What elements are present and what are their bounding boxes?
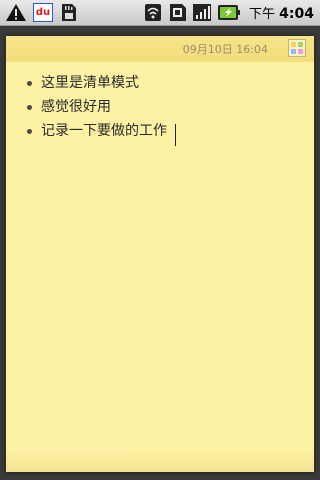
list-item-text[interactable]: 感觉很好用 [41,96,111,116]
status-clock: 下午 4:04 [249,3,314,22]
wifi-icon [145,4,161,21]
signal-icon [193,4,211,21]
list-item[interactable]: 记录一下要做的工作 [6,120,314,144]
bullet-icon [27,81,32,86]
time: 4:04 [279,6,314,22]
color-swatch-blue [291,49,296,54]
list-item[interactable]: 感觉很好用 [6,96,314,120]
status-bar: du 下午 4:04 [0,0,320,26]
bullet-icon [27,105,32,110]
color-swatch-pink [298,49,303,54]
list-item-text[interactable]: 这里是清单模式 [41,72,139,92]
checklist: 这里是清单模式 感觉很好用 记录一下要做的工作 [6,72,314,144]
sd-card-icon [62,4,76,21]
bullet-icon [27,129,32,134]
note-header: 09月10日 16:04 [6,36,314,62]
list-item[interactable]: 这里是清单模式 [6,72,314,96]
note-timestamp: 09月10日 16:04 [182,43,268,56]
baidu-du-icon: du [33,3,53,22]
color-picker-button[interactable] [288,39,306,57]
text-cursor [175,124,176,146]
warning-icon [6,4,26,21]
sticky-note[interactable]: 09月10日 16:04 这里是清单模式 感觉很好用 记录一下要做的工作 [6,36,314,472]
time-prefix: 下午 [249,7,276,22]
color-swatch-yellow [291,42,296,47]
sim-icon [170,4,186,21]
battery-charging-icon [218,5,240,20]
note-page-curl [6,448,314,472]
color-swatch-green [298,42,303,47]
list-item-text[interactable]: 记录一下要做的工作 [41,120,167,140]
